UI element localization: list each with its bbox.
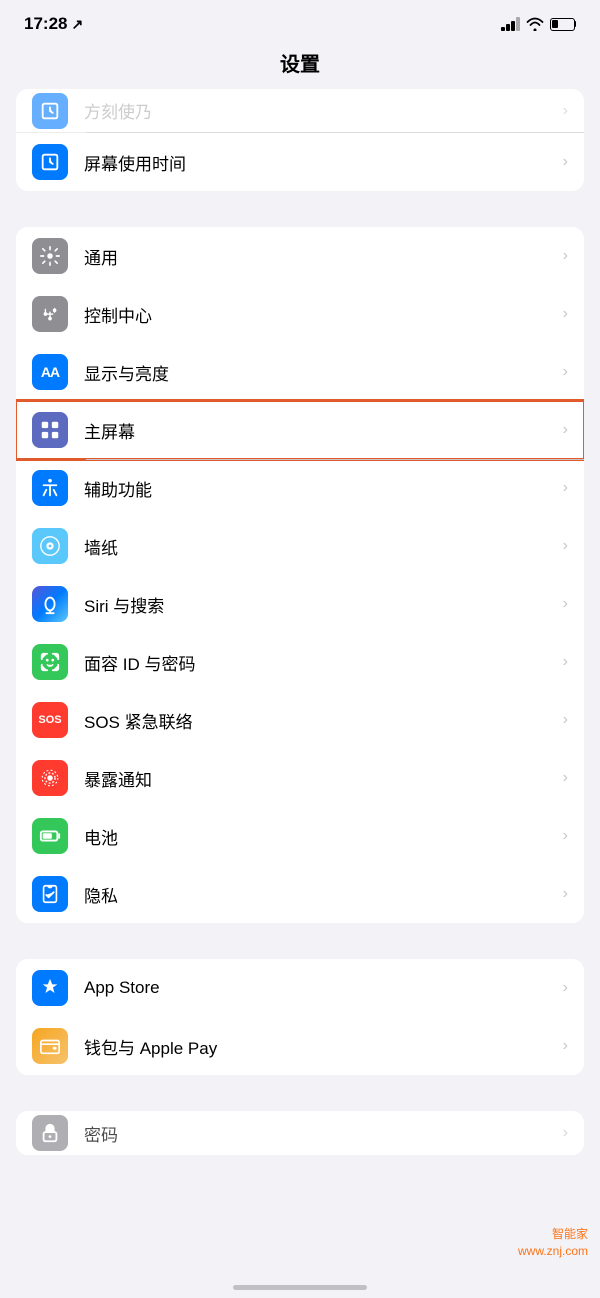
label-passwords: 密码 xyxy=(84,1121,563,1146)
label-privacy: 隐私 xyxy=(84,882,563,907)
icon-display: AA xyxy=(32,354,68,390)
icon-general xyxy=(32,238,68,274)
label-home-screen: 主屏幕 xyxy=(84,418,563,443)
label-display: 显示与亮度 xyxy=(84,360,563,385)
icon-battery xyxy=(32,818,68,854)
label-wallet: 钱包与 Apple Pay xyxy=(84,1034,563,1059)
home-indicator xyxy=(233,1285,367,1290)
label-battery: 电池 xyxy=(84,824,563,849)
page-title-bar: 设置 xyxy=(0,42,600,89)
icon-wallet xyxy=(32,1028,68,1064)
icon-face-id xyxy=(32,644,68,680)
section-general: 通用 › 控制中心 › AA 显示与亮度 › xyxy=(0,227,600,923)
label-siri: Siri 与搜索 xyxy=(84,592,563,617)
location-icon: ↗ xyxy=(71,16,83,33)
icon-exposure xyxy=(32,760,68,796)
label-wallpaper: 墙纸 xyxy=(84,534,563,559)
list-item-passwords[interactable]: 密码 › xyxy=(16,1111,584,1155)
list-item-display[interactable]: AA 显示与亮度 › xyxy=(16,343,584,401)
section-apps: App Store › 钱包与 Apple Pay › xyxy=(0,959,600,1075)
list-item-sos[interactable]: SOS SOS 紧急联络 › xyxy=(16,691,584,749)
status-icons xyxy=(501,17,576,31)
list-item-general[interactable]: 通用 › xyxy=(16,227,584,285)
section-top-partial: 方刻使乃 › 屏幕使用时间 › xyxy=(0,89,600,191)
icon-sos: SOS xyxy=(32,702,68,738)
page-title: 设置 xyxy=(280,54,320,76)
icon-screentime-old xyxy=(32,93,68,129)
list-item-accessibility[interactable]: 辅助功能 › xyxy=(16,459,584,517)
watermark: 智能家 www.znj.com xyxy=(518,1226,588,1260)
wifi-icon xyxy=(526,17,544,31)
label-partial-top: 方刻使乃 xyxy=(84,98,563,123)
status-bar: 17:28 ↗ xyxy=(0,0,600,42)
list-item-home-screen[interactable]: 主屏幕 › xyxy=(16,401,584,459)
icon-app-store xyxy=(32,970,68,1006)
list-item-control-center[interactable]: 控制中心 › xyxy=(16,285,584,343)
list-item-partial-top[interactable]: 方刻使乃 › xyxy=(16,89,584,133)
list-group-bottom: 密码 › xyxy=(16,1111,584,1155)
list-item-screen-time[interactable]: 屏幕使用时间 › xyxy=(16,133,584,191)
battery-icon xyxy=(550,18,577,31)
label-face-id: 面容 ID 与密码 xyxy=(84,650,563,675)
status-time: 17:28 ↗ xyxy=(24,14,83,34)
signal-icon xyxy=(501,17,520,31)
icon-control-center xyxy=(32,296,68,332)
list-item-app-store[interactable]: App Store › xyxy=(16,959,584,1017)
list-item-wallpaper[interactable]: 墙纸 › xyxy=(16,517,584,575)
list-item-siri[interactable]: Siri 与搜索 › xyxy=(16,575,584,633)
label-control-center: 控制中心 xyxy=(84,302,563,327)
list-item-wallet[interactable]: 钱包与 Apple Pay › xyxy=(16,1017,584,1075)
icon-home-screen xyxy=(32,412,68,448)
list-group-general: 通用 › 控制中心 › AA 显示与亮度 › xyxy=(16,227,584,923)
icon-screentime xyxy=(32,144,68,180)
list-item-privacy[interactable]: 隐私 › xyxy=(16,865,584,923)
section-bottom-partial: 密码 › xyxy=(0,1111,600,1155)
label-general: 通用 xyxy=(84,244,563,269)
label-exposure: 暴露通知 xyxy=(84,766,563,791)
icon-privacy xyxy=(32,876,68,912)
label-app-store: App Store xyxy=(84,978,563,998)
label-accessibility: 辅助功能 xyxy=(84,476,563,501)
label-sos: SOS 紧急联络 xyxy=(84,708,563,733)
icon-wallpaper xyxy=(32,528,68,564)
icon-passwords xyxy=(32,1115,68,1151)
icon-accessibility xyxy=(32,470,68,506)
label-screen-time: 屏幕使用时间 xyxy=(84,150,563,175)
list-item-battery[interactable]: 电池 › xyxy=(16,807,584,865)
list-group-apps: App Store › 钱包与 Apple Pay › xyxy=(16,959,584,1075)
icon-siri xyxy=(32,586,68,622)
list-group-top: 方刻使乃 › 屏幕使用时间 › xyxy=(16,89,584,191)
list-item-exposure[interactable]: 暴露通知 › xyxy=(16,749,584,807)
list-item-face-id[interactable]: 面容 ID 与密码 › xyxy=(16,633,584,691)
